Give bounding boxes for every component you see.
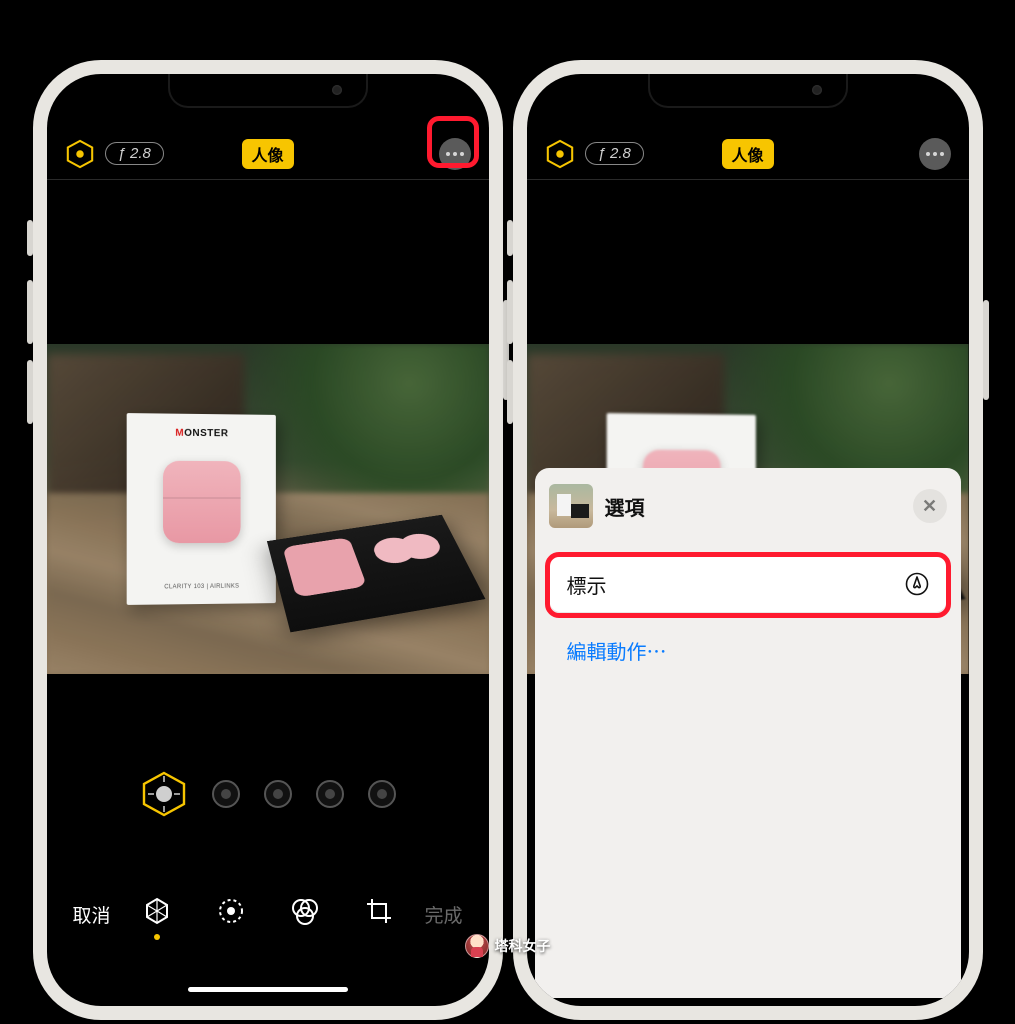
watermark: 塔科女子 — [465, 934, 551, 958]
edit-tool-tabs — [47, 894, 489, 928]
lighting-option-2-icon[interactable] — [212, 780, 240, 808]
lighting-natural-icon[interactable] — [140, 770, 188, 818]
side-button-volume-down — [27, 360, 33, 424]
watermark-text: 塔科女子 — [495, 936, 551, 956]
portrait-mode-badge[interactable]: 人像 — [721, 139, 773, 169]
tool-adjust-icon[interactable] — [214, 894, 248, 928]
earbuds-case — [163, 461, 241, 543]
product-box: MONSTER CLARITY 103 | AIRLINKS — [126, 413, 275, 605]
product-brand: MONSTER — [175, 428, 228, 440]
tool-crop-icon[interactable] — [362, 894, 396, 928]
edit-topbar: ƒ 2.8 人像 — [47, 128, 489, 180]
aperture-pill[interactable]: ƒ 2.8 — [585, 142, 644, 165]
screen: ƒ 2.8 人像 MONSTER CLARITY 103 | AIRLINKS — [47, 74, 489, 1006]
options-sheet: 選項 ✕ 標示 編輯動作⋯ — [535, 468, 961, 998]
side-button-volume-up — [27, 280, 33, 344]
watermark-avatar-icon — [465, 934, 489, 958]
portrait-lighting-icon[interactable] — [65, 139, 95, 169]
notch — [168, 74, 368, 108]
tool-portrait-icon[interactable] — [140, 894, 174, 928]
product-subtitle: CLARITY 103 | AIRLINKS — [164, 584, 239, 591]
side-button-volume-down — [507, 360, 513, 424]
phone-right: ƒ 2.8 人像 選項 ✕ — [513, 60, 983, 1020]
front-camera-icon — [812, 85, 822, 95]
home-indicator[interactable] — [188, 987, 348, 992]
close-button[interactable]: ✕ — [913, 489, 947, 523]
sheet-title: 選項 — [605, 492, 645, 521]
photo-preview[interactable]: MONSTER CLARITY 103 | AIRLINKS — [47, 344, 489, 674]
notch — [648, 74, 848, 108]
lighting-option-4-icon[interactable] — [316, 780, 344, 808]
more-button[interactable] — [919, 138, 951, 170]
close-icon: ✕ — [922, 496, 937, 517]
phone-left: ƒ 2.8 人像 MONSTER CLARITY 103 | AIRLINKS — [33, 60, 503, 1020]
side-button-silence — [507, 220, 513, 256]
portrait-lighting-icon[interactable] — [545, 139, 575, 169]
portrait-mode-badge[interactable]: 人像 — [241, 139, 293, 169]
cancel-button[interactable]: 取消 — [73, 901, 111, 928]
more-button[interactable] — [439, 138, 471, 170]
done-button[interactable]: 完成 — [424, 901, 462, 928]
edit-topbar: ƒ 2.8 人像 — [527, 128, 969, 180]
side-button-power — [983, 300, 989, 400]
side-button-silence — [27, 220, 33, 256]
sheet-thumbnail — [549, 484, 593, 528]
aperture-pill[interactable]: ƒ 2.8 — [105, 142, 164, 165]
front-camera-icon — [332, 85, 342, 95]
sheet-header: 選項 ✕ — [549, 484, 947, 528]
lighting-option-3-icon[interactable] — [264, 780, 292, 808]
side-button-volume-up — [507, 280, 513, 344]
portrait-lighting-selector[interactable] — [47, 770, 489, 818]
tool-filters-icon[interactable] — [288, 894, 322, 928]
edit-actions-link[interactable]: 編輯動作⋯ — [549, 636, 947, 665]
screen: ƒ 2.8 人像 選項 ✕ — [527, 74, 969, 1006]
tutorial-highlight-markup — [545, 552, 951, 618]
lighting-option-5-icon[interactable] — [368, 780, 396, 808]
